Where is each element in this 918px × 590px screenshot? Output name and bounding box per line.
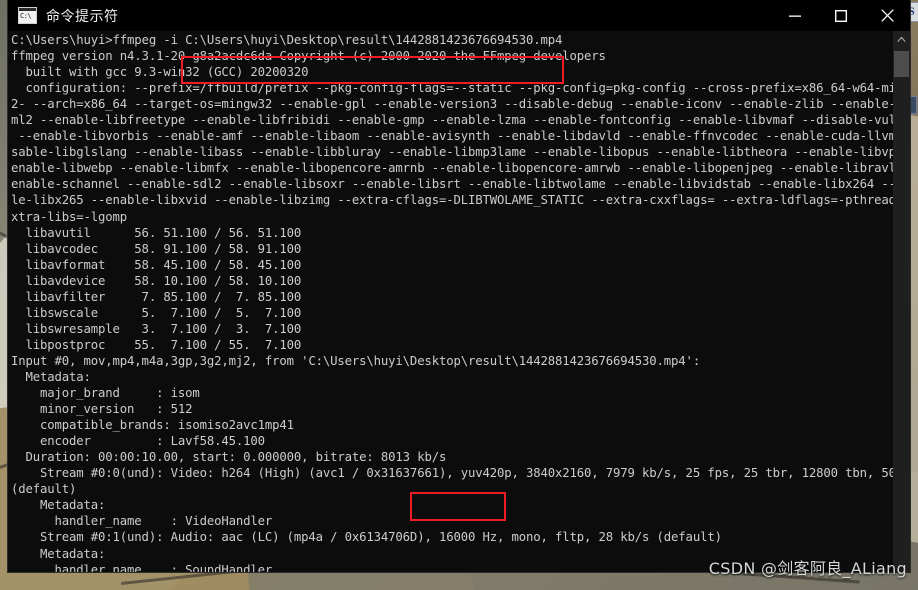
console-line: libswresample 3. 7.100 / 3. 7.100 xyxy=(11,321,302,336)
window-controls xyxy=(772,0,910,31)
console-line: minor_version : 512 xyxy=(11,402,193,417)
console-line: libswscale 5. 7.100 / 5. 7.100 xyxy=(11,305,302,320)
console-line: Metadata: xyxy=(11,369,91,384)
command-prompt-window: 命令提示符 C:\Users\huyi>ffmpeg -i C:\Us xyxy=(8,0,910,572)
console-line: enable-schannel --enable-sdl2 --enable-l… xyxy=(11,177,910,192)
console-line: 2- --arch=x86_64 --target-os=mingw32 --e… xyxy=(11,97,910,112)
console-line: Stream #0:0(und): Video: h264 (High) (av… xyxy=(11,466,910,481)
console-line: le-libx265 --enable-libxvid --enable-lib… xyxy=(11,193,910,208)
maximize-icon xyxy=(835,9,847,22)
console-line: Metadata: xyxy=(11,498,106,513)
console-line: handler_name : VideoHandler xyxy=(11,514,273,529)
chevron-up-icon xyxy=(897,36,906,42)
watermark: CSDN @剑客阿良_ALiang xyxy=(708,559,907,578)
window-titlebar[interactable]: 命令提示符 xyxy=(8,0,910,31)
maximize-button[interactable] xyxy=(818,0,864,31)
console-scrollbar[interactable] xyxy=(893,31,910,572)
console-line: Input #0, mov,mp4,m4a,3gp,3g2,mj2, from … xyxy=(11,353,701,368)
window-title: 命令提示符 xyxy=(46,8,119,25)
console-line: xtra-libs=-lgomp xyxy=(11,209,128,224)
scroll-up-arrow-icon[interactable] xyxy=(893,31,910,48)
console-line: compatible_brands: isomiso2avc1mp41 xyxy=(11,418,294,433)
console-line: encoder : Lavf58.45.100 xyxy=(11,434,265,449)
console-line: libavcodec 58. 91.100 / 58. 91.100 xyxy=(11,241,302,256)
minimize-button[interactable] xyxy=(772,0,818,31)
console-line: handler_name : SoundHandler xyxy=(11,562,273,572)
close-icon xyxy=(880,9,894,22)
console-line: libavformat 58. 45.100 / 58. 45.100 xyxy=(11,257,302,272)
console-line: C:\Users\huyi>ffmpeg -i C:\Users\huyi\De… xyxy=(11,33,563,47)
console-line: libavfilter 7. 85.100 / 7. 85.100 xyxy=(11,289,302,304)
console-line: configuration: --prefix=/ffbuild/prefix … xyxy=(11,81,911,96)
console-line: ml2 --enable-libfreetype --enable-libfri… xyxy=(11,113,910,128)
close-button[interactable] xyxy=(864,0,910,31)
console-line: enable-libwebp --enable-libmfx --enable-… xyxy=(11,161,910,176)
console-text: C:\Users\huyi>ffmpeg -i C:\Users\huyi\De… xyxy=(11,32,910,572)
console-line: (default) xyxy=(11,482,77,497)
console-line: built with gcc 9.3-win32 (GCC) 20200320 xyxy=(11,65,309,80)
console-line: Stream #0:1(und): Audio: aac (LC) (mp4a … xyxy=(11,530,722,545)
console-output-area[interactable]: C:\Users\huyi>ffmpeg -i C:\Users\huyi\De… xyxy=(8,31,910,572)
console-line: major_brand : isom xyxy=(11,386,200,401)
console-line: ffmpeg version n4.3.1-20-g8a2acdc6da Cop… xyxy=(11,49,606,64)
console-line: Metadata: xyxy=(11,546,106,561)
console-icon xyxy=(18,7,37,24)
minimize-icon xyxy=(789,15,801,17)
console-line: libpostproc 55. 7.100 / 55. 7.100 xyxy=(11,337,302,352)
scrollbar-thumb[interactable] xyxy=(894,51,909,77)
console-line: --enable-libvorbis --enable-amf --enable… xyxy=(11,129,910,144)
console-line: libavdevice 58. 10.100 / 58. 10.100 xyxy=(11,273,302,288)
console-line: libavutil 56. 51.100 / 56. 51.100 xyxy=(11,225,302,240)
console-line: Duration: 00:00:10.00, start: 0.000000, … xyxy=(11,450,447,465)
console-line: sable-libglslang --enable-libass --enabl… xyxy=(11,145,910,160)
